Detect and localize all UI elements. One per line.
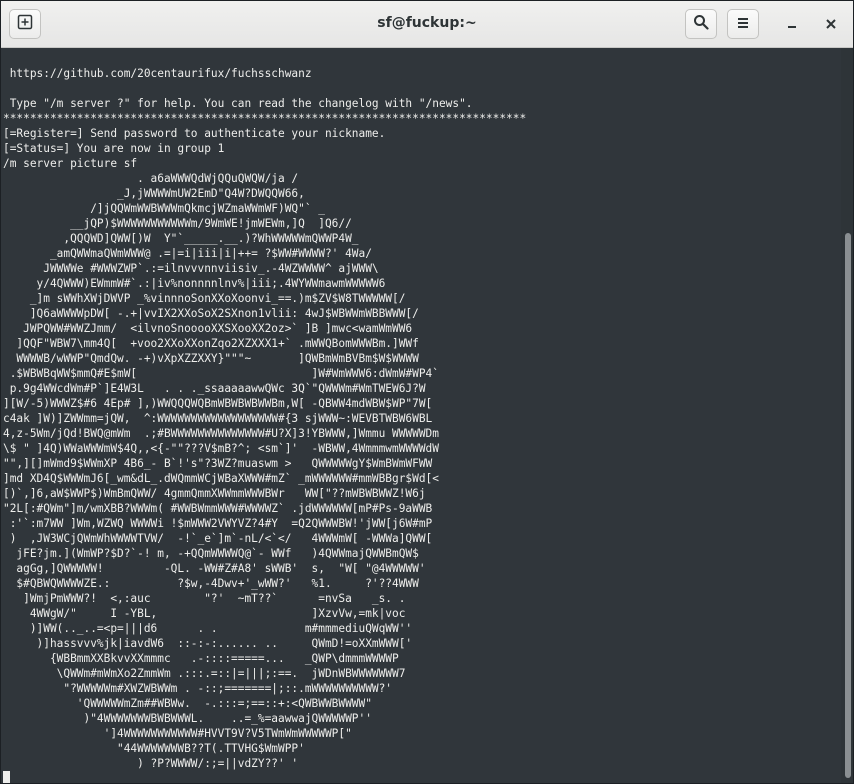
search-button[interactable]: [685, 9, 717, 39]
terminal-line: )]hassvvv%jk|iavdW6 ::-:-:...... .. QWmD…: [3, 637, 413, 650]
terminal-text: https://github.com/20centaurifux/fuchssc…: [1, 48, 841, 783]
terminal-line: \QWWm#mWmXo2ZmmWm .:::.=::|=|||;:==. jWD…: [3, 667, 406, 680]
terminal-line: "2L[:#QWm"]m/wmXBB?WWWm( #WWBWmmWWW#WWWW…: [3, 502, 433, 515]
terminal-line: ]WmjPmWWW?! <,:auc "?' ~mT??` =nvSa _s. …: [3, 592, 406, 605]
terminal-line: c4ak ]W)]ZWWmm=jQW, ^:WWWWWWWWWWWWWWWWWW…: [3, 412, 433, 425]
terminal-line: ) ,JW3WCjQWmWhWWWWTVW/ -!`_e`]m`-nL/<`</…: [3, 532, 433, 545]
terminal-line: 4,z-5Wm/jQd!BWQ@mWm .;#BWWWWWWWWWWWWWW#U…: [3, 427, 439, 440]
terminal-line: jFE?jm.](WmWP?$D?`-! m, -+QQmWWWWQ@`- WW…: [3, 547, 419, 560]
terminal-line: )"4WWWWWWWBWBWWWL. ..=_%=aawwajQWWWWWP'': [3, 712, 372, 725]
terminal-line: https://github.com/20centaurifux/fuchssc…: [3, 67, 312, 80]
terminal-line: JWWWWe #WWWZWP`.:=ilnvvvnnviisiv_.-4WZWW…: [3, 262, 379, 275]
terminal-line: \$ " ]4Q)WWaWWWmW$4Q,,<{-""???V$mB?^; <s…: [3, 442, 439, 455]
terminal-line: :'`:m7WW ]Wm,WZWQ WWWWi !$mWWW2VWYVZ?4#Y…: [3, 517, 433, 530]
terminal-line: _]m sWWhXWjDWVP _%vinnnoSonXXoXoonvi_==.…: [3, 292, 406, 305]
terminal-line: ']4WWWWWWWWWWW#HVVT9V?V5TWmWmWWWWWP[": [3, 727, 352, 740]
search-icon: [693, 14, 709, 34]
minimize-icon: [786, 15, 798, 34]
terminal-line: [)`,]6,aW$WWP$)WmBmQWW/ 4gmmQmmXWWmmWWWB…: [3, 487, 426, 500]
hamburger-menu-icon: [736, 15, 750, 34]
terminal-cursor: [3, 771, 10, 783]
terminal-line: ]QQF"WBW7\mm4Q[ +voo2XXoXXonZqo2XZXXX1+`…: [3, 337, 419, 350]
menu-button[interactable]: [727, 9, 759, 39]
terminal-line: JWPQWW#WWZJmm/ <ilvnoSnooooXXSXooXX2oz>`…: [3, 322, 413, 335]
terminal-line: .$WBWBqWW$mmQ#E$mW[ ]W#WmWWW6:dWmW#WP4`: [3, 367, 439, 380]
terminal-line: WWWWB/wWWP"QmdQw. -+)vXpXZZXXY}"""~ ]QWB…: [3, 352, 419, 365]
terminal-line: _amQWWmaQWmWWW@ .=|=i|iii|i|++= ?$WW#WWW…: [3, 247, 372, 260]
terminal-line: ][W/-5)WWWZ$#6 4Ep# ],)WWQQQWQBmWBWBWBWW…: [3, 397, 433, 410]
terminal-line: "",][]mWmd9$WWmXP 4B6_- B`!'s"?3WZ?muasw…: [3, 457, 433, 470]
terminal-line: p.9g4WWcdWm#P`]E4W3L . . ._ssaaaaawwQWc …: [3, 382, 426, 395]
scrollbar-thumb[interactable]: [845, 233, 851, 778]
terminal-line: [=Status=] You are now in group 1: [3, 142, 225, 155]
terminal-line: _J,jWWWWmUW2EmD"Q4W?DWQQW66,: [3, 187, 305, 200]
terminal-line: Type "/m server ?" for help. You can rea…: [3, 97, 473, 110]
terminal-line: /m server picture sf: [3, 157, 138, 170]
terminal-line: 4WWgW/" I -YBL, ]XzvVw,=mk|voc: [3, 607, 406, 620]
terminal-line: 'QWWWWWmZm##WBWw. -.:::=;==::+:<QWBWWBWW…: [3, 697, 372, 710]
window-title: sf@fuckup:~: [377, 15, 477, 31]
title-bar[interactable]: sf@fuckup:~: [1, 1, 853, 48]
terminal-line: ]Q6aWWWWpDW[ -.+|vvIX2XXoSoX2SXnon1vlii:…: [3, 307, 419, 320]
terminal-line: ]md XD4Q$WWWmJ6[_wm&dL_.dWQmmWCjWBaXWWW#…: [3, 472, 439, 485]
terminal-window: sf@fuckup:~ https://github.com/20centaur…: [0, 0, 854, 784]
close-icon: [825, 15, 837, 34]
minimize-button[interactable]: [780, 12, 804, 36]
terminal-line: . a6aWWWQdWjQQuQWQW/ja /: [3, 172, 299, 185]
terminal-line: {WBBmmXXBkvvXXmmmc .-::::=====... _QWP\d…: [3, 652, 399, 665]
terminal-output[interactable]: https://github.com/20centaurifux/fuchssc…: [1, 48, 841, 783]
close-button[interactable]: [819, 12, 843, 36]
terminal-line: ) ?P?WWWW/:;=||vdZY??' ': [3, 757, 299, 770]
terminal-line: "44WWWWWWWB??T(.TTVHG$WmWPP': [3, 742, 305, 755]
terminal-line: y/4QWWW)EWmmW#`.:|iv%nonnnnlnv%|iii;.4WY…: [3, 277, 386, 290]
terminal-line: /]jQQWmWWBWWWmQkmcjWZmaWWmWF)WQ"` _: [3, 202, 325, 215]
terminal-line: agGg,]QWWWWW! -QL. -WW#Z#A8' sWWB' s, "W…: [3, 562, 426, 575]
terminal-line: )]WW(.._..=<p=|||d6 . . m#mmmediuQWqWW'': [3, 622, 413, 635]
terminal-line: ****************************************…: [3, 112, 527, 125]
terminal-line: __jQP)$WWWWWWWWWWWm/9WmWE!jmWEWm,]Q ]Q6/…: [3, 217, 352, 230]
terminal-line: "?WWWWWm#XWZWBWWm . -::;=======|;::.mWWW…: [3, 682, 393, 695]
terminal-line: [=Register=] Send password to authentica…: [3, 127, 386, 140]
vertical-scrollbar[interactable]: [841, 48, 853, 783]
terminal-line: ,QQQWD]QWW[)W Y"`_____.__.)?WhWWWWWmQWWP…: [3, 232, 359, 245]
terminal-line: $#QBWQWWWWZE.: ?$w,-4Dwv+'_wWW?' %1. ?'?…: [3, 577, 419, 590]
